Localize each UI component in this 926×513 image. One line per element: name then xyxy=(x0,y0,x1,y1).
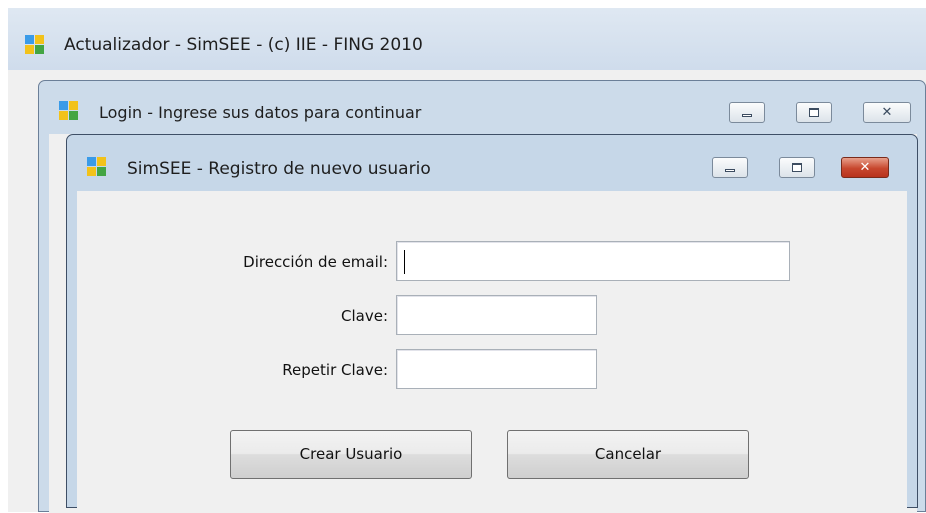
close-icon: ✕ xyxy=(881,105,893,120)
simsee-logo-icon xyxy=(59,101,79,121)
register-title: SimSEE - Registro de nuevo usuario xyxy=(127,159,431,179)
updater-title: Actualizador - SimSEE - (c) IIE - FING 2… xyxy=(64,35,423,55)
create-user-button[interactable]: Crear Usuario xyxy=(230,430,472,479)
login-close-button[interactable]: ✕ xyxy=(863,102,911,123)
updater-titlebar[interactable]: Actualizador - SimSEE - (c) IIE - FING 2… xyxy=(8,8,926,71)
simsee-logo-icon xyxy=(87,157,107,177)
register-minimize-button[interactable] xyxy=(712,157,748,178)
login-minimize-button[interactable] xyxy=(729,102,765,123)
repeat-password-label: Repetir Clave: xyxy=(282,361,388,379)
register-close-button[interactable]: ✕ xyxy=(841,157,889,178)
login-maximize-button[interactable] xyxy=(796,102,832,123)
minimize-icon xyxy=(742,114,752,117)
login-title: Login - Ingrese sus datos para continuar xyxy=(99,103,422,122)
register-maximize-button[interactable] xyxy=(779,157,815,178)
maximize-icon xyxy=(809,108,819,117)
minimize-icon xyxy=(725,169,735,172)
cancel-button[interactable]: Cancelar xyxy=(507,430,749,479)
email-field[interactable] xyxy=(396,241,790,281)
maximize-icon xyxy=(792,163,802,172)
close-icon: ✕ xyxy=(859,160,871,175)
password-label: Clave: xyxy=(341,307,388,325)
simsee-logo-icon xyxy=(25,35,45,55)
email-label: Dirección de email: xyxy=(243,253,388,271)
password-field[interactable] xyxy=(396,295,597,335)
repeat-password-field[interactable] xyxy=(396,349,597,389)
text-caret xyxy=(404,250,405,274)
